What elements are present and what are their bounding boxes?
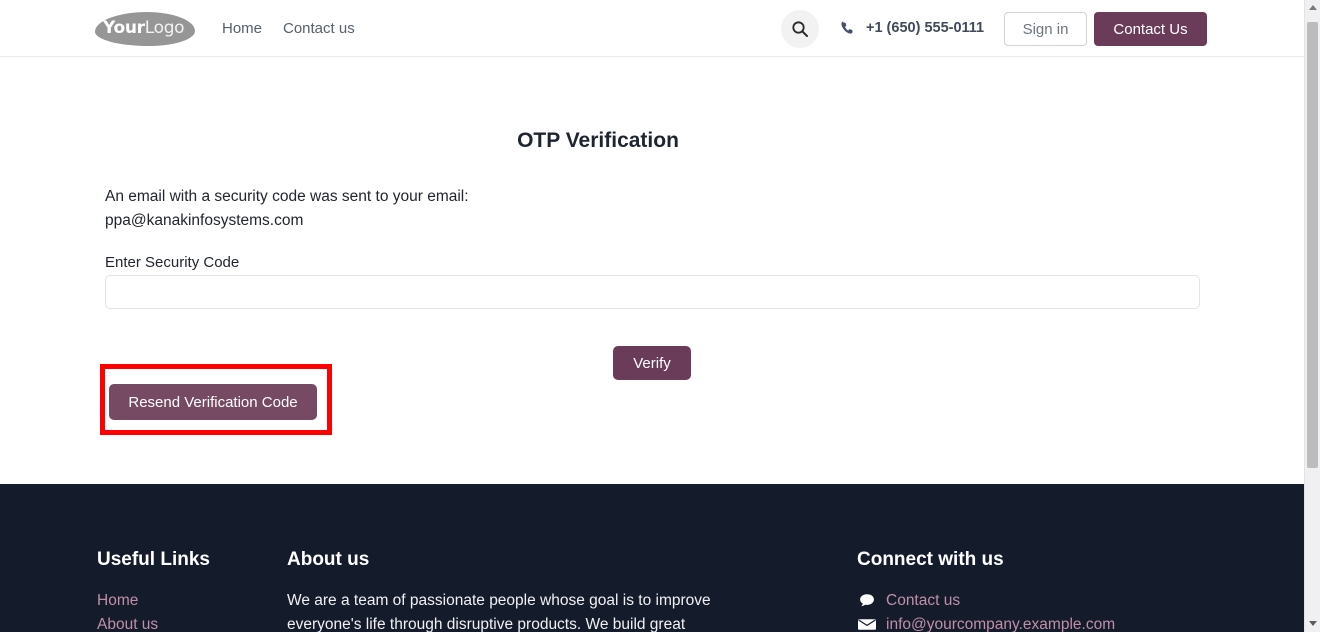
footer-about-text-line-2: everyone's life through disruptive produ…	[287, 616, 686, 632]
verify-button[interactable]: Verify	[613, 346, 691, 380]
resend-verification-code-button[interactable]: Resend Verification Code	[109, 384, 317, 420]
security-code-input[interactable]	[105, 275, 1200, 309]
scroll-down-arrow-glyph	[1308, 621, 1317, 626]
footer-link-home[interactable]: Home	[97, 592, 138, 610]
main-content: OTP Verification An email with a securit…	[0, 57, 1304, 484]
logo-text-light: Logo	[144, 18, 185, 38]
sign-in-button[interactable]: Sign in	[1004, 12, 1087, 46]
footer-about-text-line-1: We are a team of passionate people whose…	[287, 592, 711, 609]
nav-item-contact-us[interactable]: Contact us	[283, 20, 355, 37]
site-logo[interactable]: YourLogo	[95, 10, 197, 48]
footer-heading-about-us: About us	[287, 549, 370, 570]
contact-us-button[interactable]: Contact Us	[1094, 12, 1207, 46]
phone-icon	[840, 20, 856, 36]
scroll-up-arrow-glyph	[1308, 5, 1317, 10]
scroll-down-arrow-icon[interactable]	[1305, 616, 1320, 632]
otp-recipient-email: ppa@kanakinfosystems.com	[105, 212, 304, 229]
security-code-label: Enter Security Code	[105, 254, 240, 271]
envelope-icon	[858, 617, 876, 632]
chat-bubble-glyph	[860, 594, 874, 607]
vertical-scrollbar[interactable]	[1304, 0, 1320, 632]
site-header: YourLogo Home Contact us +1 (650) 555-01…	[0, 0, 1304, 57]
logo-text: YourLogo	[103, 18, 189, 38]
phone-number[interactable]: +1 (650) 555-0111	[866, 20, 984, 36]
page-viewport: YourLogo Home Contact us +1 (650) 555-01…	[0, 0, 1304, 632]
search-icon[interactable]	[781, 10, 819, 48]
footer-email-link[interactable]: info@yourcompany.example.com	[886, 616, 1115, 632]
nav-item-home[interactable]: Home	[222, 20, 262, 37]
otp-sent-message: An email with a security code was sent t…	[105, 188, 469, 205]
footer-link-about-us[interactable]: About us	[97, 616, 158, 632]
site-footer: Useful Links Home About us About us We a…	[0, 484, 1304, 632]
logo-text-bold: Your	[103, 18, 145, 38]
footer-heading-useful-links: Useful Links	[97, 549, 210, 570]
scrollbar-thumb[interactable]	[1307, 22, 1318, 468]
chat-bubble-icon	[858, 592, 876, 610]
scroll-up-arrow-icon[interactable]	[1305, 0, 1320, 16]
footer-heading-connect-with-us: Connect with us	[857, 549, 1004, 570]
browser-page: YourLogo Home Contact us +1 (650) 555-01…	[0, 0, 1320, 632]
envelope-glyph	[858, 619, 876, 630]
search-glyph	[792, 21, 808, 37]
footer-contact-us-link[interactable]: Contact us	[886, 592, 960, 610]
page-title: OTP Verification	[517, 129, 679, 152]
phone-glyph	[841, 21, 853, 34]
